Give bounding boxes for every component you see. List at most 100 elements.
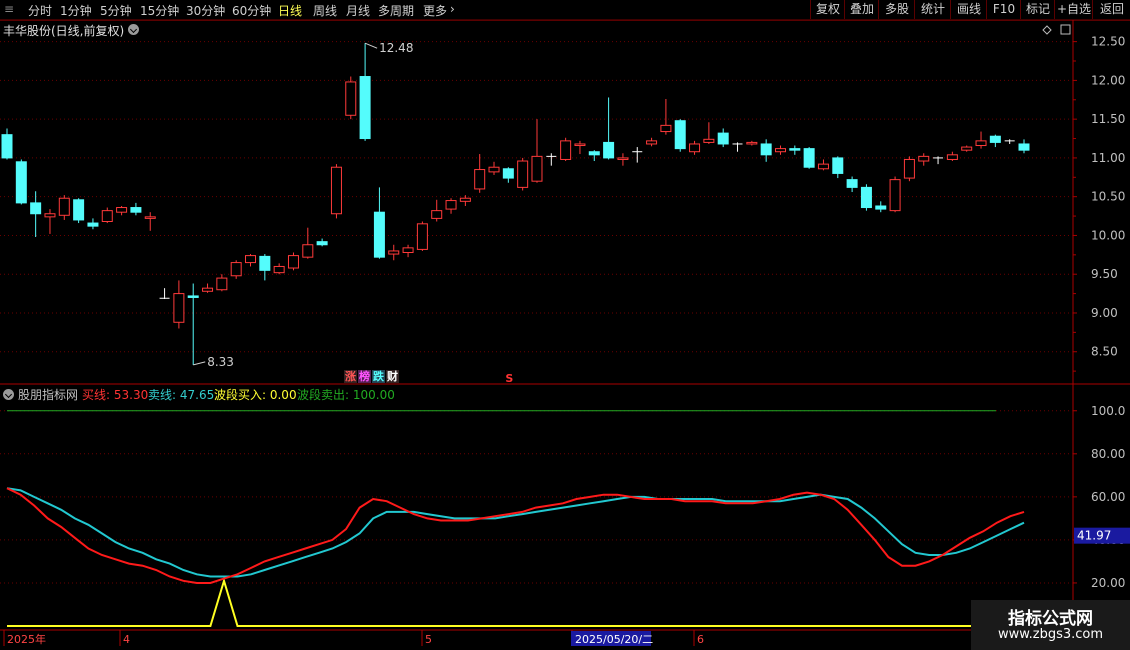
candle: [946, 151, 958, 162]
candle: [646, 137, 658, 147]
candle: [159, 288, 170, 300]
indicator-tick-label: 100.0: [1091, 404, 1125, 418]
indicator-dropdown-icon[interactable]: [3, 389, 14, 400]
candle: [546, 153, 557, 166]
candle: [1018, 139, 1030, 154]
watermark-url: www.zbgs3.com: [997, 627, 1104, 642]
candle-body: [388, 250, 400, 255]
candle-body: [860, 186, 872, 209]
candle-body: [817, 163, 829, 170]
candle-body: [803, 148, 815, 168]
indicator-legend-item: 波段买入: 0.00: [214, 388, 297, 402]
candle-body: [918, 155, 930, 162]
price-tick-label: 10.00: [1091, 228, 1125, 242]
price-tick-label: 12.00: [1091, 73, 1125, 87]
candle: [875, 201, 887, 213]
event-tag[interactable]: 跌: [372, 370, 385, 383]
candle: [230, 260, 242, 279]
candle-body: [87, 222, 99, 227]
high-pointer: [364, 42, 378, 49]
candle-body: [975, 140, 987, 147]
candle-body: [703, 138, 715, 143]
diamond-icon[interactable]: [1042, 25, 1052, 35]
candle: [87, 218, 99, 230]
low-price-label: 8.33: [207, 355, 234, 369]
price-tick-label: 8.50: [1091, 345, 1118, 359]
candle-body: [603, 141, 615, 159]
candle-body: [717, 132, 729, 145]
time-axis-label: 5: [425, 633, 432, 646]
candle: [187, 283, 199, 365]
title-dropdown-icon[interactable]: [128, 24, 139, 35]
watermark: 指标公式网 www.zbgs3.com: [971, 600, 1130, 650]
candle-body: [903, 158, 915, 179]
candle-body: [15, 161, 27, 204]
candle: [416, 221, 428, 251]
indicator-legend-item: 买线: 53.30: [82, 388, 149, 402]
candle-body: [402, 247, 414, 254]
event-tag[interactable]: 财: [386, 370, 399, 383]
candle-body: [345, 81, 357, 116]
candle-body: [1018, 143, 1030, 151]
candle: [774, 145, 786, 155]
candle-body: [588, 151, 600, 156]
candle: [502, 167, 514, 183]
candle: [832, 156, 844, 179]
band-buy-line: [7, 577, 1024, 627]
candle-body: [30, 202, 42, 215]
candle-body: [531, 155, 543, 182]
stock-title: 丰华股份(日线,前复权): [3, 22, 124, 39]
buy-line: [6, 487, 1025, 584]
candle: [588, 150, 600, 162]
candle: [574, 140, 586, 155]
candle: [388, 244, 400, 261]
candle: [488, 161, 500, 175]
candle: [689, 140, 701, 155]
candle-body: [58, 197, 70, 216]
candle: [202, 283, 214, 293]
stock-title-text: 丰华股份(日线,前复权): [3, 24, 125, 38]
kline-chart[interactable]: 12.50 12.00 11.50 11.00 10.50 10.00 9.50 9.00 8.…: [0, 0, 1130, 650]
candle-body: [560, 140, 572, 160]
candle-body: [617, 157, 629, 160]
candle: [30, 191, 42, 237]
candle: [889, 176, 901, 213]
candle-body: [173, 293, 185, 323]
candle-body: [44, 213, 56, 218]
candle: [803, 147, 815, 169]
candle: [359, 43, 371, 141]
candle-body: [373, 211, 385, 258]
candle: [330, 164, 342, 219]
candle-body: [416, 223, 428, 250]
expand-icon[interactable]: [1060, 24, 1071, 35]
candle-body: [130, 207, 142, 213]
candle-body: [989, 135, 1001, 143]
candle-body: [889, 179, 901, 212]
candle-body: [187, 295, 199, 298]
candle: [245, 254, 257, 267]
candle: [674, 119, 686, 152]
candle: [660, 99, 672, 135]
low-pointer: [193, 361, 206, 366]
candle: [44, 209, 56, 234]
candle-body: [359, 76, 371, 140]
time-axis-label: 4: [123, 633, 130, 646]
time-axis-label: 2025年: [7, 632, 46, 646]
candle-body: [330, 166, 342, 215]
event-tag[interactable]: 榜: [358, 370, 371, 383]
indicator-tick-label: 80.00: [1091, 447, 1125, 461]
event-tag[interactable]: 涨: [344, 370, 357, 383]
candle: [216, 274, 228, 292]
candle-body: [774, 148, 786, 153]
candle: [989, 134, 1001, 148]
candle-body: [760, 143, 772, 156]
candle-body: [574, 143, 586, 147]
candle: [846, 176, 858, 193]
candle-body: [789, 148, 801, 151]
candle: [144, 212, 156, 231]
candle: [173, 280, 185, 329]
candle-body: [287, 255, 299, 269]
candle: [961, 145, 973, 152]
candle: [445, 198, 457, 214]
time-axis-label: 2025/05/20/二: [575, 633, 653, 646]
